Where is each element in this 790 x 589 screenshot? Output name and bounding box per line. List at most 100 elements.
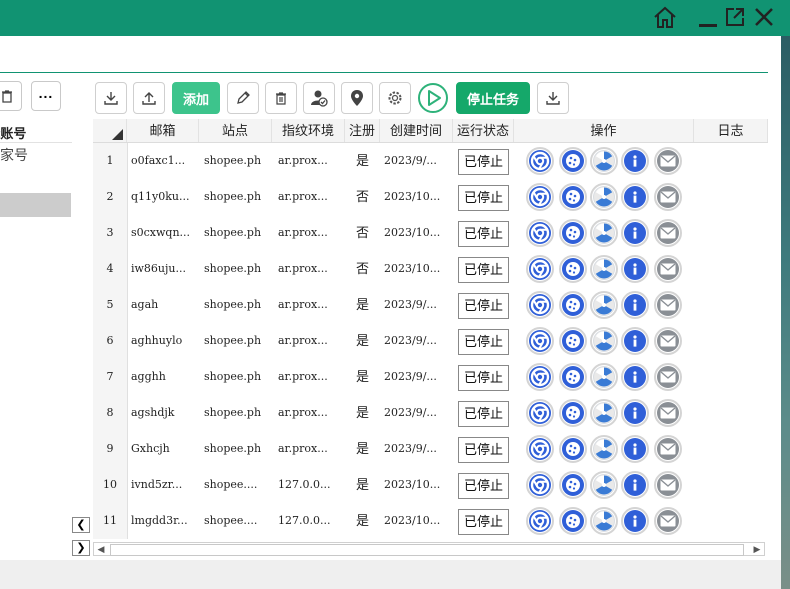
table-row[interactable]: 8 agshdjk shopee.ph ar.prox... 是 2023/9/... 已停… bbox=[93, 395, 768, 431]
table-row[interactable]: 7 agghh shopee.ph ar.prox... 是 2023/9/... 已停止 bbox=[93, 359, 768, 395]
mail-action-button[interactable] bbox=[654, 399, 682, 427]
mail-action-button[interactable] bbox=[654, 327, 682, 355]
mail-action-button[interactable] bbox=[654, 183, 682, 211]
import-button[interactable] bbox=[95, 82, 127, 114]
status-button[interactable]: 已停止 bbox=[458, 257, 509, 283]
table-row[interactable]: 5 agah shopee.ph ar.prox... 是 2023/9/... 已停止 bbox=[93, 287, 768, 323]
mail-action-button[interactable] bbox=[654, 471, 682, 499]
chrome-action-button[interactable] bbox=[526, 255, 554, 283]
mail-action-button[interactable] bbox=[654, 219, 682, 247]
status-button[interactable]: 已停止 bbox=[458, 473, 509, 499]
delete-group-button[interactable] bbox=[0, 81, 22, 111]
radiation-action-button[interactable] bbox=[590, 399, 618, 427]
popout-icon[interactable] bbox=[722, 4, 748, 30]
more-button[interactable]: ... bbox=[31, 81, 61, 111]
cookie-action-button[interactable] bbox=[559, 219, 587, 247]
info-action-button[interactable] bbox=[621, 147, 649, 175]
scrollbar-thumb[interactable] bbox=[110, 544, 744, 556]
table-row[interactable]: 11 lmgdd3r... shopee.... 127.0.0... 是 2023/10… bbox=[93, 503, 768, 539]
cookie-action-button[interactable] bbox=[559, 435, 587, 463]
mail-action-button[interactable] bbox=[654, 507, 682, 535]
cookie-action-button[interactable] bbox=[559, 363, 587, 391]
table-row[interactable]: 9 Gxhcjh shopee.ph ar.prox... 是 2023/9/... 已停止 bbox=[93, 431, 768, 467]
status-button[interactable]: 已停止 bbox=[458, 185, 509, 211]
info-action-button[interactable] bbox=[621, 435, 649, 463]
info-action-button[interactable] bbox=[621, 219, 649, 247]
radiation-action-button[interactable] bbox=[590, 507, 618, 535]
stop-task-button[interactable]: 停止任务 bbox=[456, 82, 530, 114]
add-button[interactable]: 添加 bbox=[172, 82, 220, 114]
table-row[interactable]: 10 ivnd5zr... shopee.... 127.0.0... 是 2023/10… bbox=[93, 467, 768, 503]
info-action-button[interactable] bbox=[621, 399, 649, 427]
radiation-action-button[interactable] bbox=[590, 183, 618, 211]
group-item[interactable]: 家号 bbox=[0, 145, 28, 165]
table-row[interactable]: 3 s0cxwqn... shopee.ph ar.prox... 否 2023/10..… bbox=[93, 215, 768, 251]
cookie-action-button[interactable] bbox=[559, 399, 587, 427]
close-icon[interactable] bbox=[751, 4, 777, 30]
col-actions[interactable]: 操作 bbox=[514, 119, 694, 142]
mail-action-button[interactable] bbox=[654, 255, 682, 283]
info-action-button[interactable] bbox=[621, 363, 649, 391]
radiation-action-button[interactable] bbox=[590, 327, 618, 355]
table-row[interactable]: 4 iw86uju... shopee.ph ar.prox... 否 2023/10..… bbox=[93, 251, 768, 287]
location-button[interactable] bbox=[341, 82, 373, 114]
delete-button[interactable] bbox=[265, 82, 297, 114]
radiation-action-button[interactable] bbox=[590, 147, 618, 175]
col-site[interactable]: 站点 bbox=[199, 119, 272, 142]
cookie-action-button[interactable] bbox=[559, 471, 587, 499]
cookie-action-button[interactable] bbox=[559, 147, 587, 175]
scroll-left-arrow-icon[interactable]: ◀ bbox=[94, 543, 108, 555]
start-task-button[interactable] bbox=[417, 82, 449, 114]
horizontal-scrollbar[interactable]: ◀ ▶ bbox=[93, 542, 765, 556]
radiation-action-button[interactable] bbox=[590, 471, 618, 499]
cookie-action-button[interactable] bbox=[559, 291, 587, 319]
col-register[interactable]: 注册 bbox=[345, 119, 380, 142]
scroll-left-button[interactable]: ❮ bbox=[72, 517, 90, 533]
info-action-button[interactable] bbox=[621, 183, 649, 211]
chrome-action-button[interactable] bbox=[526, 147, 554, 175]
cookie-action-button[interactable] bbox=[559, 183, 587, 211]
settings-button[interactable] bbox=[379, 82, 411, 114]
select-all-corner[interactable] bbox=[93, 119, 127, 142]
scroll-right-button[interactable]: ❯ bbox=[72, 540, 90, 556]
minimize-icon[interactable] bbox=[695, 4, 721, 30]
chrome-action-button[interactable] bbox=[526, 471, 554, 499]
home-icon[interactable] bbox=[652, 4, 678, 30]
cookie-action-button[interactable] bbox=[559, 327, 587, 355]
mail-action-button[interactable] bbox=[654, 291, 682, 319]
chrome-action-button[interactable] bbox=[526, 219, 554, 247]
info-action-button[interactable] bbox=[621, 291, 649, 319]
table-row[interactable]: 1 o0faxc1... shopee.ph ar.prox... 是 2023/9/..… bbox=[93, 143, 768, 179]
mail-action-button[interactable] bbox=[654, 363, 682, 391]
info-action-button[interactable] bbox=[621, 471, 649, 499]
info-action-button[interactable] bbox=[621, 327, 649, 355]
status-button[interactable]: 已停止 bbox=[458, 437, 509, 463]
col-log[interactable]: 日志 bbox=[694, 119, 768, 142]
radiation-action-button[interactable] bbox=[590, 363, 618, 391]
table-row[interactable]: 6 aghhuylo shopee.ph ar.prox... 是 2023/9/... 已… bbox=[93, 323, 768, 359]
status-button[interactable]: 已停止 bbox=[458, 293, 509, 319]
download-log-button[interactable] bbox=[537, 82, 569, 114]
group-item-selected[interactable] bbox=[0, 193, 71, 217]
status-button[interactable]: 已停止 bbox=[458, 509, 509, 535]
chrome-action-button[interactable] bbox=[526, 507, 554, 535]
status-button[interactable]: 已停止 bbox=[458, 149, 509, 175]
col-email[interactable]: 邮箱 bbox=[127, 119, 199, 142]
chrome-action-button[interactable] bbox=[526, 363, 554, 391]
col-created[interactable]: 创建时间 bbox=[380, 119, 453, 142]
edit-button[interactable] bbox=[227, 82, 259, 114]
radiation-action-button[interactable] bbox=[590, 291, 618, 319]
radiation-action-button[interactable] bbox=[590, 435, 618, 463]
radiation-action-button[interactable] bbox=[590, 219, 618, 247]
scroll-right-arrow-icon[interactable]: ▶ bbox=[750, 543, 764, 555]
col-env[interactable]: 指纹环境 bbox=[272, 119, 345, 142]
export-button[interactable] bbox=[133, 82, 165, 114]
cookie-action-button[interactable] bbox=[559, 507, 587, 535]
chrome-action-button[interactable] bbox=[526, 291, 554, 319]
status-button[interactable]: 已停止 bbox=[458, 329, 509, 355]
status-button[interactable]: 已停止 bbox=[458, 401, 509, 427]
mail-action-button[interactable] bbox=[654, 147, 682, 175]
radiation-action-button[interactable] bbox=[590, 255, 618, 283]
chrome-action-button[interactable] bbox=[526, 183, 554, 211]
info-action-button[interactable] bbox=[621, 255, 649, 283]
